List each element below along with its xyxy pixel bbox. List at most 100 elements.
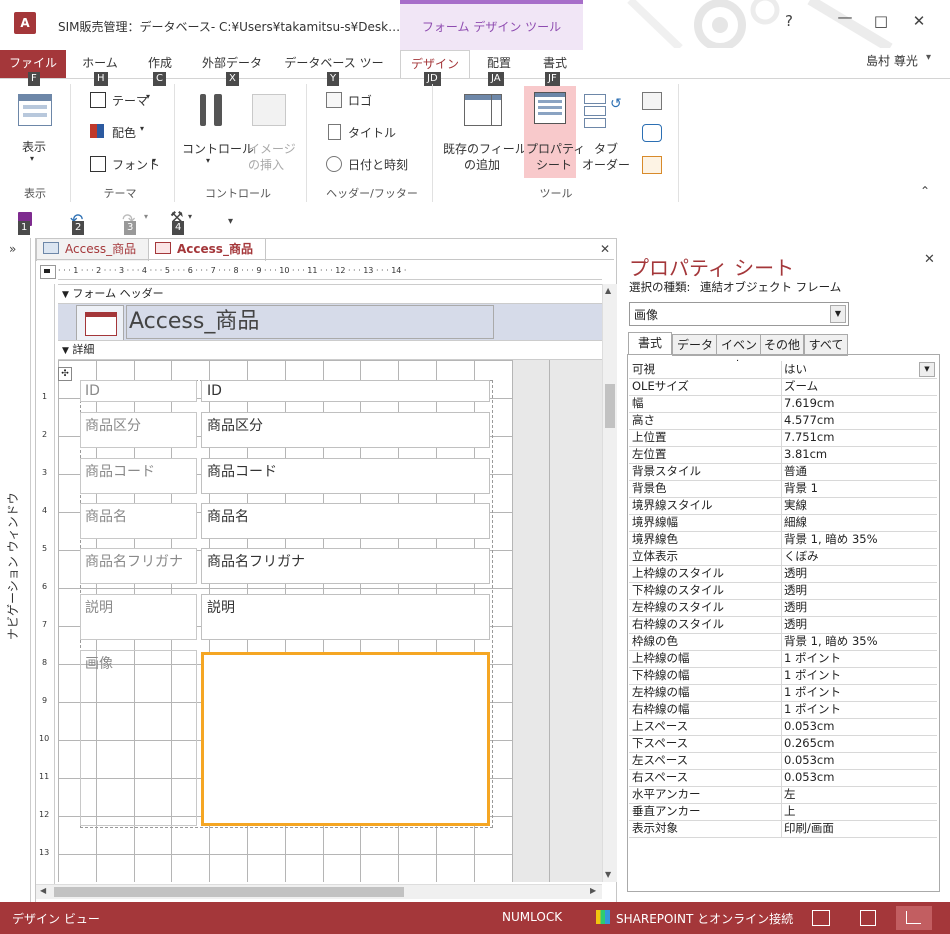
prop-value[interactable]: 1 ポイント [784,684,934,700]
prop-value[interactable]: 0.265cm [784,735,934,751]
label-id[interactable]: ID [80,380,197,402]
field-description[interactable]: 説明 [201,594,490,640]
form-view-icon[interactable] [812,910,830,926]
prop-row[interactable]: 下枠線のスタイル 透明 [629,582,937,600]
prop-row[interactable]: 背景色 背景 1 [629,480,937,498]
datetime-button[interactable]: 日付と時刻 [326,156,416,174]
logo-button[interactable]: ロゴ [326,92,406,110]
add-existing-fields-button[interactable]: 既存のフィールド の追加 [440,88,539,172]
prop-row[interactable]: 可視 はい ▼ [629,361,937,379]
object-select[interactable]: 画像 ▼ [629,302,849,326]
field-furigana[interactable]: 商品名フリガナ [201,548,490,584]
prop-value[interactable]: 7.619cm [784,395,934,411]
prop-row[interactable]: 上スペース 0.053cm [629,718,937,736]
form-title-label[interactable]: Access_商品 [126,305,494,339]
prop-row[interactable]: 境界線幅 細線 [629,514,937,532]
label-furigana[interactable]: 商品名フリガナ [80,548,197,584]
prop-row[interactable]: 表示対象 印刷/画面 [629,820,937,838]
prop-row[interactable]: 垂直アンカー 上 [629,803,937,821]
themes-button[interactable]: テーマ ▾ [90,92,160,110]
prop-value[interactable]: 透明 [784,565,934,581]
design-view-icon[interactable] [896,906,932,930]
field-name[interactable]: 商品名 [201,503,490,539]
field-image[interactable] [201,652,490,826]
prop-value[interactable]: くぼみ [784,548,934,564]
controls-button[interactable]: コントロール ▾ [182,88,254,170]
convert-macro-icon[interactable] [642,156,662,174]
vertical-scrollbar[interactable]: ▲ ▼ [602,284,617,882]
customize-qat-icon[interactable]: ▾ [228,216,233,227]
prop-value[interactable]: 普通 [784,463,934,479]
prop-row[interactable]: 左スペース 0.053cm [629,752,937,770]
prop-value[interactable]: 透明 [784,616,934,632]
prop-row[interactable]: 上枠線の幅 1 ポイント [629,650,937,668]
field-category[interactable]: 商品区分 [201,412,490,448]
detail-bar[interactable]: ▼ 詳細 [58,340,602,360]
prop-value[interactable]: 左 [784,786,934,802]
hscroll-thumb[interactable] [54,887,404,897]
scroll-right-icon[interactable]: ▶ [590,886,596,895]
prop-value[interactable]: 細線 [784,514,934,530]
prop-value[interactable]: 背景 1 [784,480,934,496]
prop-value[interactable]: 実線 [784,497,934,513]
help-button[interactable]: ? [774,12,804,30]
prop-row[interactable]: 境界線スタイル 実線 [629,497,937,515]
prop-row[interactable]: 左枠線のスタイル 透明 [629,599,937,617]
prop-value[interactable]: 背景 1, 暗め 35% [784,531,934,547]
prop-value[interactable]: はい [784,361,934,377]
layout-move-handle-icon[interactable]: ✣ [58,367,72,381]
prop-row[interactable]: 上位置 7.751cm [629,429,937,447]
tools-dropdown-icon[interactable]: ▾ [188,212,192,221]
label-description[interactable]: 説明 [80,594,197,640]
prop-value[interactable]: 透明 [784,582,934,598]
prop-row[interactable]: 左位置 3.81cm [629,446,937,464]
status-sharepoint[interactable]: SHAREPOINT とオンライン接続 [616,910,793,927]
prop-row[interactable]: 立体表示 くぼみ [629,548,937,566]
prop-value[interactable]: 1 ポイント [784,650,934,666]
prop-value[interactable]: 1 ポイント [784,667,934,683]
prop-value[interactable]: ズーム [784,378,934,394]
prop-value[interactable]: 0.053cm [784,752,934,768]
minimize-button[interactable]: — [830,8,860,26]
prop-tab-all[interactable]: すべて [804,334,848,356]
prop-value[interactable]: 背景 1, 暗め 35% [784,633,934,649]
tab-order-button[interactable]: ↺ タブ オーダー [580,88,630,172]
label-name[interactable]: 商品名 [80,503,197,539]
prop-row[interactable]: 上枠線のスタイル 透明 [629,565,937,583]
prop-value[interactable]: 3.81cm [784,446,934,462]
prop-row[interactable]: 下スペース 0.265cm [629,735,937,753]
prop-row[interactable]: 下枠線の幅 1 ポイント [629,667,937,685]
field-id[interactable]: ID [201,380,490,402]
prop-tab-data[interactable]: データ [672,334,718,356]
nav-expand-icon[interactable]: » [9,242,16,256]
label-code[interactable]: 商品コード [80,458,197,494]
prop-value[interactable]: 0.053cm [784,718,934,734]
scroll-left-icon[interactable]: ◀ [40,886,46,895]
prop-value[interactable]: 1 ポイント [784,701,934,717]
prop-value[interactable]: 印刷/画面 [784,820,934,836]
field-code[interactable]: 商品コード [201,458,490,494]
object-select-dropdown-icon[interactable]: ▼ [830,305,846,323]
prop-row[interactable]: 右枠線のスタイル 透明 [629,616,937,634]
prop-row[interactable]: 右スペース 0.053cm [629,769,937,787]
view-button[interactable]: 表示 ▾ [12,88,56,168]
user-dropdown-icon[interactable]: ▾ [926,52,931,63]
user-name[interactable]: 島村 尊光 [866,52,918,69]
prop-dropdown-icon[interactable]: ▼ [919,362,935,377]
close-button[interactable]: ✕ [904,12,934,30]
prop-row[interactable]: 枠線の色 背景 1, 暗め 35% [629,633,937,651]
colors-button[interactable]: 配色 ▾ [90,124,160,142]
access-logo-icon[interactable]: A [14,12,36,34]
prop-tab-other[interactable]: その他 [760,334,804,356]
maximize-button[interactable]: □ [866,12,896,30]
title-button[interactable]: タイトル [326,124,406,142]
prop-value[interactable]: 7.751cm [784,429,934,445]
label-image[interactable]: 画像 [80,650,197,826]
horizontal-scrollbar[interactable]: ◀ ▶ [36,884,602,899]
view-code-icon[interactable] [642,124,662,142]
form-header-bar[interactable]: ▼ フォーム ヘッダー [58,284,602,304]
prop-row[interactable]: 背景スタイル 普通 [629,463,937,481]
subform-icon[interactable] [642,92,662,110]
prop-tab-event[interactable]: イベント [716,334,762,372]
prop-row[interactable]: 右枠線の幅 1 ポイント [629,701,937,719]
